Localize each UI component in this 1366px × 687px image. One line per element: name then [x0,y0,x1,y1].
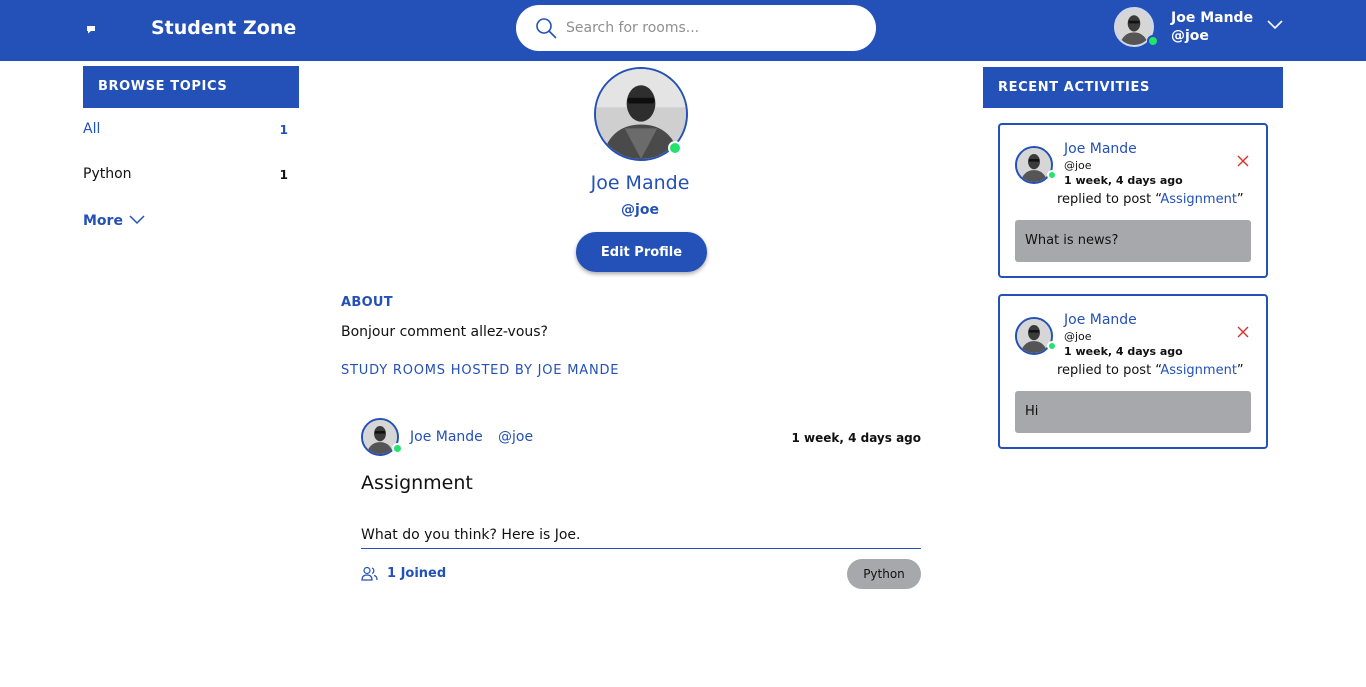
profile-handle: @joe [621,202,659,218]
activity-card: Joe Mande @joe 1 week, 4 days ago replie… [998,123,1268,278]
room-host-handle: @joe [498,429,534,445]
search-bar[interactable] [516,5,876,51]
topic-count: 1 [279,168,288,182]
close-icon[interactable] [1237,155,1249,167]
online-status-dot [1147,35,1159,47]
about-title: ABOUT [341,295,393,310]
chevron-down-icon[interactable] [1266,17,1284,31]
top-navbar: Student Zone Joe Mande @joe [0,0,1366,61]
online-status-dot [668,141,682,155]
activity-user-photo [1017,319,1051,353]
topic-count: 1 [279,123,288,137]
online-status-dot [392,443,403,454]
chat-bubble-icon[interactable] [86,25,96,34]
more-label: More [83,213,123,229]
divider [361,548,921,549]
online-status-dot [1047,341,1057,351]
about-text: Bonjour comment allez-vous? [341,324,548,340]
app-title[interactable]: Student Zone [151,17,296,39]
activity-user-handle: @joe [1064,330,1092,343]
online-status-dot [1047,170,1057,180]
hosted-rooms-title: STUDY ROOMS HOSTED BY JOE MANDE [341,363,620,378]
user-menu[interactable]: Joe Mande @joe [1112,5,1292,53]
activity-post-link[interactable]: Assignment [1160,363,1237,378]
header-user-handle: @joe [1171,28,1209,44]
recent-activities-title: RECENT ACTIVITIES [998,80,1150,95]
activity-action-end: ” [1236,192,1244,207]
topic-item-all[interactable]: All 1 [83,121,288,145]
people-icon [361,566,378,581]
more-topics-button[interactable]: More [83,210,153,232]
activity-card: Joe Mande @joe 1 week, 4 days ago replie… [998,294,1268,449]
profile-name: Joe Mande [590,172,690,194]
topic-label: Python [83,166,132,182]
header-user-name: Joe Mande [1171,10,1254,26]
activity-user-name[interactable]: Joe Mande [1064,141,1137,157]
activity-action: replied to post “Assignment” [1057,192,1244,207]
topic-item-python[interactable]: Python 1 [83,166,288,190]
activity-message: What is news? [1015,220,1251,262]
room-description: What do you think? Here is Joe. [361,527,581,543]
activity-user-handle: @joe [1064,159,1092,172]
chevron-down-icon [129,215,145,225]
activity-message: Hi [1015,391,1251,433]
edit-profile-button[interactable]: Edit Profile [576,232,707,272]
close-icon[interactable] [1237,326,1249,338]
topic-label: All [83,121,101,137]
activity-timestamp: 1 week, 4 days ago [1064,174,1183,187]
browse-topics-header: BROWSE TOPICS [83,66,299,108]
room-joined-count[interactable]: 1 Joined [387,566,446,581]
browse-topics-title: BROWSE TOPICS [98,79,228,94]
activity-user-name[interactable]: Joe Mande [1064,312,1137,328]
activity-timestamp: 1 week, 4 days ago [1064,345,1183,358]
activity-post-link[interactable]: Assignment [1160,192,1237,207]
room-title[interactable]: Assignment [361,472,473,494]
activity-message-text: Hi [1025,404,1039,419]
room-host-name[interactable]: Joe Mande [410,429,483,445]
activity-message-text: What is news? [1025,233,1119,248]
activity-user-photo [1017,148,1051,182]
activity-action: replied to post “Assignment” [1057,363,1244,378]
activity-action-text: replied to post “ [1057,192,1161,207]
activity-action-end: ” [1236,363,1244,378]
search-input[interactable] [566,17,856,39]
room-topic-tag[interactable]: Python [847,559,921,589]
recent-activities-header: RECENT ACTIVITIES [983,67,1283,108]
room-timestamp: 1 week, 4 days ago [791,431,921,445]
search-icon [536,18,557,39]
activity-action-text: replied to post “ [1057,363,1161,378]
